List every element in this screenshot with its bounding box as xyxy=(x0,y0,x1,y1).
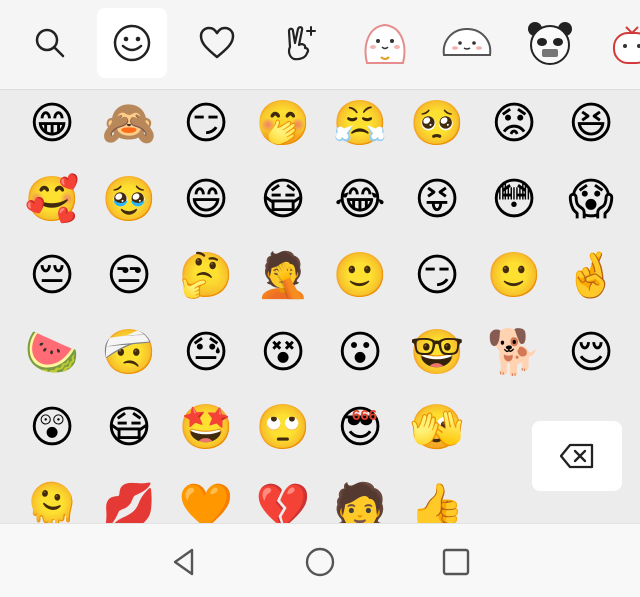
emoji-key[interactable]: 😂 xyxy=(328,168,392,232)
emoji-key[interactable]: 🤦 xyxy=(251,244,315,308)
emoji-key[interactable]: 🫣 xyxy=(405,396,469,460)
emoji-key[interactable]: 💋 xyxy=(97,475,161,524)
emoji-key[interactable]: 🧡 xyxy=(174,475,238,524)
emoji-category-bar xyxy=(0,0,640,90)
emoji-key[interactable]: 🙂 xyxy=(482,244,546,308)
emoji-key[interactable]: 😏 xyxy=(405,244,469,308)
emoji-key[interactable]: 🥰 xyxy=(20,168,84,232)
emoji-key[interactable]: 😒 xyxy=(97,244,161,308)
smiley-icon xyxy=(113,24,151,62)
emoji-key[interactable]: 😔 xyxy=(20,244,84,308)
emoji-key[interactable]: 😏 xyxy=(174,92,238,156)
victory-hand-icon xyxy=(287,26,316,61)
emoji-key[interactable]: 👍 xyxy=(405,475,469,524)
emoji-key[interactable]: 😲 xyxy=(20,396,84,460)
emoji-key[interactable]: 🤭 xyxy=(251,92,315,156)
panda-sticker-icon xyxy=(528,22,572,65)
tab-sticker-bun[interactable] xyxy=(432,8,502,78)
back-button[interactable] xyxy=(160,538,208,586)
system-nav-bar xyxy=(0,523,640,597)
emoji-key[interactable]: 😁 xyxy=(20,92,84,156)
bun-sticker-icon xyxy=(442,27,492,56)
tab-emoji[interactable] xyxy=(97,8,167,78)
backspace-button[interactable] xyxy=(532,421,622,491)
emoji-key[interactable]: 🤞 xyxy=(559,244,623,308)
tab-sticker-more[interactable] xyxy=(597,8,640,78)
emoji-key[interactable]: 😷 xyxy=(97,396,161,460)
emoji-key[interactable]: 💔 xyxy=(251,475,315,524)
emoji-key[interactable]: 🥹 xyxy=(97,168,161,232)
emoji-key[interactable]: 🙈 xyxy=(97,92,161,156)
emoji-key[interactable]: 🥺 xyxy=(405,92,469,156)
emoji-key[interactable]: 😟 xyxy=(482,92,546,156)
emoji-key[interactable]: 🫠 xyxy=(20,475,84,524)
tab-sticker-panda[interactable] xyxy=(515,8,585,78)
emoji-key[interactable]: 🧑 xyxy=(328,475,392,524)
emoji-key[interactable]: 😄 xyxy=(174,168,238,232)
search-icon xyxy=(35,28,65,58)
gift-sticker-icon xyxy=(613,26,640,64)
emoji-key[interactable]: 🤔 xyxy=(174,244,238,308)
emoji-key[interactable]: 🙄 xyxy=(251,396,315,460)
emoji-key[interactable]: 😱 xyxy=(559,168,623,232)
home-button[interactable] xyxy=(296,538,344,586)
emoji-key[interactable]: 😵 xyxy=(251,321,315,385)
emoji-key[interactable]: 🙂 xyxy=(328,244,392,308)
back-triangle-icon xyxy=(173,548,194,576)
emoji-key[interactable]: 😓 xyxy=(174,321,238,385)
emoji-key[interactable]: 😝 xyxy=(405,168,469,232)
tab-search[interactable] xyxy=(15,8,85,78)
recents-square-icon xyxy=(442,548,470,576)
emoji-key[interactable]: 😤 xyxy=(328,92,392,156)
tab-gestures[interactable] xyxy=(265,8,335,78)
home-circle-icon xyxy=(305,547,335,577)
emoji-key[interactable]: 🤕 xyxy=(97,321,161,385)
emoji-key[interactable]: 😷 xyxy=(251,168,315,232)
emoji-key[interactable]: 😆 xyxy=(559,92,623,156)
emoji-key[interactable]: 🤓 xyxy=(405,321,469,385)
emoji-key[interactable]: 😮 xyxy=(328,321,392,385)
emoji-key[interactable]: 😳 xyxy=(482,168,546,232)
recents-button[interactable] xyxy=(432,538,480,586)
emoji-key[interactable]: 🤩 xyxy=(174,396,238,460)
emoji-key[interactable]: 😌 xyxy=(559,321,623,385)
emoji-key[interactable]: 😎 xyxy=(328,396,392,460)
emoji-key[interactable]: 🍉 xyxy=(20,321,84,385)
emoji-key[interactable]: 🐕 xyxy=(482,321,546,385)
tab-favorites[interactable] xyxy=(182,8,252,78)
heart-icon xyxy=(199,26,235,59)
backspace-icon xyxy=(559,443,594,469)
badge-666: 666 xyxy=(352,407,378,424)
tab-sticker-cat[interactable] xyxy=(350,8,420,78)
cat-sticker-icon xyxy=(364,23,406,64)
